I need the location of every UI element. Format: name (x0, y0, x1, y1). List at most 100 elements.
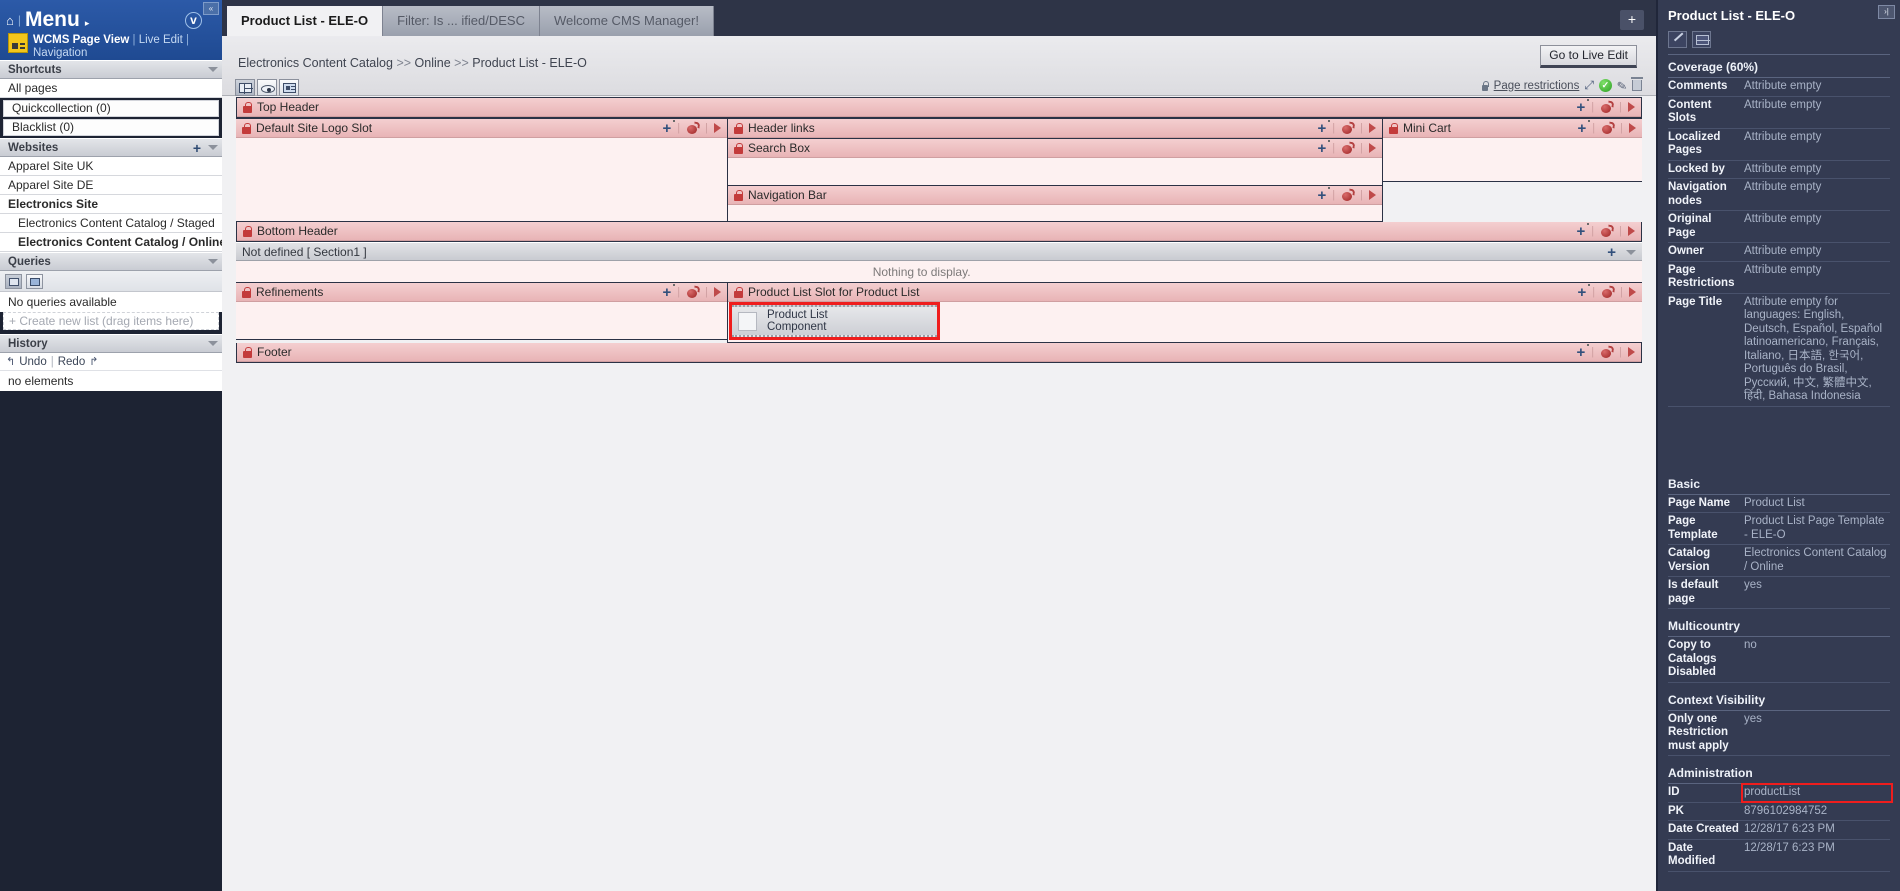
slot-mini-cart[interactable]: Mini Cart + | | (1382, 118, 1642, 222)
page-restrictions-label[interactable]: Page restrictions (1494, 80, 1580, 92)
menu-label[interactable]: Menu (25, 8, 80, 32)
product-list-component[interactable]: Product List Component (729, 302, 940, 340)
slot-top-header[interactable]: Top Header + | | (236, 97, 1642, 118)
sidebar-item-quickcollection[interactable]: Quickcollection (0) (3, 100, 219, 117)
tab-product-list[interactable]: Product List - ELE-O (227, 6, 384, 36)
slot-header[interactable]: Default Site Logo Slot + | | (236, 119, 727, 138)
play-icon[interactable] (1629, 123, 1636, 133)
sidebar-item-apparel-site-de[interactable]: Apparel Site DE (0, 176, 222, 195)
slot-navigation-bar[interactable]: Navigation Bar + | | (728, 186, 1382, 222)
drag-handle[interactable] (673, 284, 675, 286)
properties-scroll-area[interactable]: Coverage (60%) Comments Attribute empty C… (1658, 56, 1900, 891)
move-icon[interactable]: ⤢ (1584, 78, 1594, 93)
breadcrumb-part-catalog[interactable]: Electronics Content Catalog (238, 56, 393, 70)
add-plus-icon[interactable]: + (1577, 224, 1586, 239)
slot-search-box[interactable]: Search Box + | | (728, 139, 1382, 186)
add-plus-icon[interactable]: + (1607, 245, 1616, 260)
approved-check-icon[interactable]: ✓ (1598, 79, 1612, 92)
play-icon[interactable] (714, 123, 721, 133)
redo-arrow-icon[interactable]: ↱ (89, 355, 98, 368)
play-icon[interactable] (714, 287, 721, 297)
chevron-down-icon[interactable] (208, 259, 218, 264)
drag-handle[interactable] (1588, 284, 1590, 286)
slot-header[interactable]: Footer + | | (237, 343, 1641, 362)
bomb-icon[interactable] (1600, 101, 1613, 113)
chevron-right-icon[interactable]: ▸ (85, 18, 90, 29)
play-icon[interactable] (1628, 102, 1635, 112)
drag-handle[interactable] (1587, 344, 1589, 346)
add-plus-icon[interactable]: + (663, 285, 672, 300)
undo-button[interactable]: Undo (19, 356, 47, 368)
preview-eye-icon[interactable] (257, 79, 277, 96)
bomb-icon[interactable] (1341, 142, 1354, 154)
slot-body[interactable] (728, 205, 1382, 221)
sidebar-collapse-icon[interactable]: « (203, 2, 219, 15)
play-icon[interactable] (1628, 347, 1635, 357)
add-plus-icon[interactable]: + (1578, 285, 1587, 300)
edit-pencil-icon[interactable] (1668, 31, 1687, 48)
go-to-live-edit-button[interactable]: Go to Live Edit (1540, 45, 1637, 68)
delete-trash-icon[interactable] (1631, 77, 1643, 91)
slot-bottom-header[interactable]: Bottom Header + | | (236, 222, 1642, 242)
slot-header[interactable]: Refinements + | | (236, 283, 727, 302)
play-icon[interactable] (1369, 123, 1376, 133)
slot-body[interactable]: Product List Component (728, 302, 1642, 342)
chevron-down-icon[interactable] (208, 67, 218, 72)
query-saved-icon[interactable] (26, 273, 43, 289)
edit-pencil-icon[interactable]: ✎ (1616, 78, 1628, 94)
add-plus-icon[interactable]: + (1318, 121, 1327, 136)
slot-product-list[interactable]: Product List Slot for Product List + | | (727, 283, 1642, 343)
drag-handle[interactable] (1328, 140, 1330, 142)
sidebar-section-history[interactable]: History (0, 334, 222, 353)
bomb-icon[interactable] (1600, 225, 1613, 237)
drag-handle[interactable] (1587, 99, 1589, 101)
tab-welcome-cms-manager[interactable]: Welcome CMS Manager! (540, 6, 714, 36)
slot-header[interactable]: Mini Cart + | | (1383, 119, 1642, 138)
slot-grid-icon[interactable] (235, 79, 255, 96)
add-plus-icon[interactable]: + (1577, 345, 1586, 360)
sidebar-section-shortcuts[interactable]: Shortcuts (0, 60, 222, 79)
panel-expand-icon[interactable]: ›| (1878, 5, 1895, 19)
bomb-icon[interactable] (1341, 122, 1354, 134)
drag-handle[interactable] (1587, 223, 1589, 225)
sidebar-section-websites[interactable]: Websites + (0, 138, 222, 157)
breadcrumb-part-online[interactable]: Online (415, 56, 451, 70)
panel-scrollbar[interactable] (1656, 56, 1658, 486)
bomb-icon[interactable] (1341, 189, 1354, 201)
slot-header-links[interactable]: Header links + | | (728, 118, 1382, 139)
slot-header[interactable]: Search Box + | | (728, 139, 1382, 158)
slot-header[interactable]: Navigation Bar + | | (728, 186, 1382, 205)
add-plus-icon[interactable]: + (1577, 100, 1586, 115)
redo-button[interactable]: Redo (58, 356, 86, 368)
drag-handle[interactable] (1328, 120, 1330, 122)
slot-header[interactable]: Header links + | | (728, 119, 1382, 138)
bomb-icon[interactable] (686, 122, 699, 134)
add-tab-button[interactable]: + (1620, 10, 1644, 30)
slot-body[interactable] (728, 158, 1382, 185)
add-plus-icon[interactable]: + (1318, 141, 1327, 156)
query-list-icon[interactable] (5, 273, 22, 289)
sidebar-item-electronics-online[interactable]: Electronics Content Catalog / Online (0, 233, 222, 252)
bomb-icon[interactable] (1601, 122, 1614, 134)
home-icon[interactable]: ⌂ (6, 13, 14, 28)
live-edit-link[interactable]: Live Edit (139, 34, 183, 46)
play-icon[interactable] (1369, 143, 1376, 153)
add-plus-icon[interactable]: + (1318, 188, 1327, 203)
undo-arrow-icon[interactable]: ↰ (6, 355, 15, 368)
create-new-list-dropzone[interactable]: + Create new list (drag items here) (3, 312, 219, 330)
slot-body[interactable] (1383, 138, 1642, 181)
slot-refinements[interactable]: Refinements + | | (236, 283, 727, 343)
play-icon[interactable] (1369, 190, 1376, 200)
slot-footer[interactable]: Footer + | | (236, 343, 1642, 363)
add-plus-icon[interactable]: + (1578, 121, 1587, 136)
properties-table-icon[interactable] (1692, 31, 1711, 48)
chevron-down-icon[interactable] (1626, 250, 1636, 255)
chevron-down-icon[interactable] (208, 341, 218, 346)
slot-body[interactable] (236, 302, 727, 339)
wcms-page-view-label[interactable]: WCMS Page View (33, 34, 129, 46)
chevron-down-icon[interactable] (208, 145, 218, 150)
slot-header[interactable]: Top Header + | | (237, 98, 1641, 117)
play-icon[interactable] (1629, 287, 1636, 297)
breadcrumb-part-page[interactable]: Product List - ELE-O (472, 56, 587, 70)
slot-header[interactable]: Product List Slot for Product List + | | (728, 283, 1642, 302)
